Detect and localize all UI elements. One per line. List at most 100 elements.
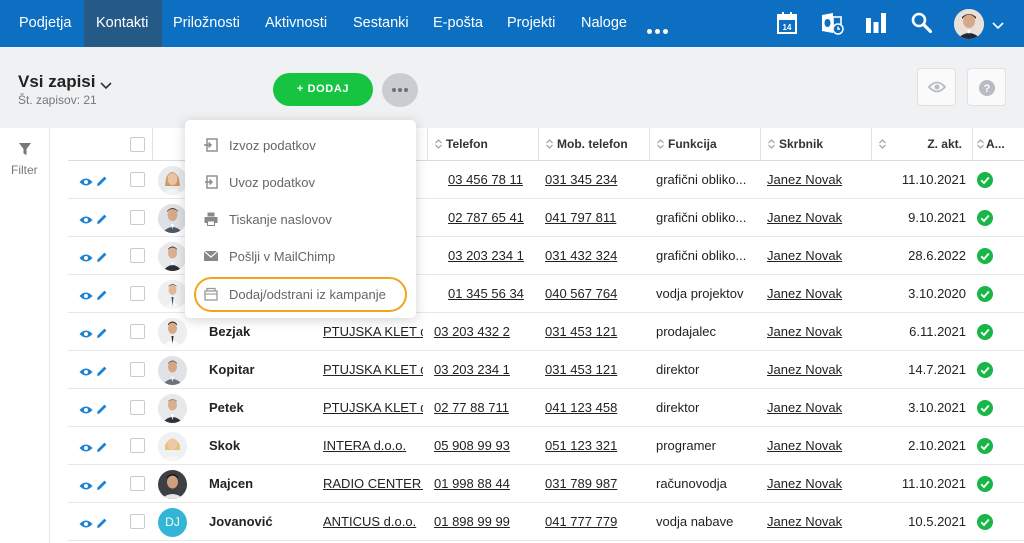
cell-company[interactable]: RADIO CENTER d.o.o. (323, 465, 423, 503)
cell-phone[interactable]: 05 908 99 93 (434, 427, 540, 465)
view-eye-icon[interactable] (79, 174, 93, 192)
cell-mobile[interactable]: 051 123 321 (545, 427, 645, 465)
row-checkbox[interactable] (130, 324, 145, 339)
cell-phone[interactable]: 01 898 99 99 (434, 503, 540, 541)
row-checkbox[interactable] (130, 172, 145, 187)
view-toggle-button[interactable] (917, 68, 956, 106)
cell-company[interactable]: PTUJSKA KLET d.d. (323, 351, 423, 389)
cell-mobile[interactable]: 031 432 324 (545, 237, 645, 275)
menu-item-export[interactable]: Izvoz podatkov (185, 127, 416, 164)
view-eye-icon[interactable] (79, 250, 93, 268)
cell-mobile[interactable]: 031 789 987 (545, 465, 645, 503)
cell-phone[interactable]: 01 345 56 34 (448, 275, 548, 313)
cell-mobile[interactable]: 031 453 121 (545, 313, 645, 351)
help-button[interactable]: ? (967, 68, 1006, 106)
view-eye-icon[interactable] (79, 440, 93, 458)
nav-item-sestanki[interactable]: Sestanki (353, 0, 409, 47)
reports-icon[interactable] (865, 12, 887, 39)
cell-owner[interactable]: Janez Novak (767, 313, 867, 351)
view-eye-icon[interactable] (79, 288, 93, 306)
edit-pencil-icon[interactable] (96, 402, 108, 420)
outlook-icon[interactable] (820, 11, 844, 40)
view-eye-icon[interactable] (79, 212, 93, 230)
cell-owner[interactable]: Janez Novak (767, 237, 867, 275)
row-checkbox[interactable] (130, 514, 145, 529)
cell-phone[interactable]: 03 203 234 1 (448, 237, 548, 275)
cell-owner[interactable]: Janez Novak (767, 465, 867, 503)
cell-surname[interactable]: Jovanović (209, 503, 319, 541)
table-row[interactable]: Kopitar PTUJSKA KLET d.d. 03 203 234 1 0… (68, 351, 1024, 389)
row-checkbox[interactable] (130, 400, 145, 415)
view-eye-icon[interactable] (79, 364, 93, 382)
cell-owner[interactable]: Janez Novak (767, 199, 867, 237)
cell-surname[interactable]: Skok (209, 427, 319, 465)
nav-item-priloznosti[interactable]: Priložnosti (173, 0, 240, 47)
cell-mobile[interactable]: 041 777 779 (545, 503, 645, 541)
nav-item-projekti[interactable]: Projekti (507, 0, 555, 47)
nav-item-naloge[interactable]: Naloge (581, 0, 627, 47)
view-eye-icon[interactable] (79, 516, 93, 534)
cell-company[interactable]: ANTICUS d.o.o. (323, 503, 423, 541)
cell-owner[interactable]: Janez Novak (767, 427, 867, 465)
row-checkbox[interactable] (130, 210, 145, 225)
cell-mobile[interactable]: 041 123 458 (545, 389, 645, 427)
menu-item-import[interactable]: Uvoz podatkov (185, 164, 416, 201)
nav-item-podjetja[interactable]: Podjetja (19, 0, 71, 47)
table-row[interactable]: Petek PTUJSKA KLET d.d. 02 77 88 711 041… (68, 389, 1024, 427)
cell-owner[interactable]: Janez Novak (767, 161, 867, 199)
cell-phone[interactable]: 02 77 88 711 (434, 389, 540, 427)
cell-owner[interactable]: Janez Novak (767, 351, 867, 389)
cell-surname[interactable]: Kopitar (209, 351, 319, 389)
cell-mobile[interactable]: 031 453 121 (545, 351, 645, 389)
menu-item-print-addresses[interactable]: Tiskanje naslovov (185, 201, 416, 238)
cell-surname[interactable]: Petek (209, 389, 319, 427)
cell-owner[interactable]: Janez Novak (767, 275, 867, 313)
column-header-active[interactable]: A... (972, 128, 1024, 161)
cell-owner[interactable]: Janez Novak (767, 389, 867, 427)
column-header-phone[interactable]: Telefon (427, 128, 538, 161)
nav-item-eposta[interactable]: E-pošta (433, 0, 483, 47)
calendar-icon[interactable]: 14 (777, 12, 797, 39)
cell-surname[interactable]: Majcen (209, 465, 319, 503)
view-eye-icon[interactable] (79, 478, 93, 496)
edit-pencil-icon[interactable] (96, 440, 108, 458)
filter-icon[interactable] (18, 142, 32, 161)
edit-pencil-icon[interactable] (96, 478, 108, 496)
edit-pencil-icon[interactable] (96, 288, 108, 306)
cell-mobile[interactable]: 040 567 764 (545, 275, 645, 313)
edit-pencil-icon[interactable] (96, 212, 108, 230)
nav-item-kontakti[interactable]: Kontakti (84, 0, 162, 47)
row-checkbox[interactable] (130, 438, 145, 453)
cell-company[interactable]: INTERA d.o.o. (323, 427, 423, 465)
row-checkbox[interactable] (130, 476, 145, 491)
edit-pencil-icon[interactable] (96, 326, 108, 344)
edit-pencil-icon[interactable] (96, 250, 108, 268)
cell-phone[interactable]: 03 456 78 11 (448, 161, 548, 199)
column-header-mobile[interactable]: Mob. telefon (538, 128, 649, 161)
cell-mobile[interactable]: 031 345 234 (545, 161, 645, 199)
table-row[interactable]: Majcen RADIO CENTER d.o.o. 01 998 88 44 … (68, 465, 1024, 503)
cell-phone[interactable]: 02 787 65 41 (448, 199, 548, 237)
filter-label[interactable]: Filter (11, 163, 38, 177)
select-all-checkbox[interactable] (130, 137, 145, 152)
table-row[interactable]: DJ Jovanović ANTICUS d.o.o. 01 898 99 99… (68, 503, 1024, 541)
filter-panel[interactable]: Filter (0, 128, 50, 543)
title-chevron-down-icon[interactable] (100, 77, 112, 95)
edit-pencil-icon[interactable] (96, 516, 108, 534)
cell-phone[interactable]: 01 998 88 44 (434, 465, 540, 503)
chevron-down-icon[interactable] (992, 17, 1004, 35)
cell-owner[interactable]: Janez Novak (767, 503, 867, 541)
add-button[interactable]: + DODAJ (273, 73, 373, 106)
menu-item-mailchimp[interactable]: Pošlji v MailChimp (185, 238, 416, 275)
search-icon[interactable] (911, 12, 933, 38)
column-header-role[interactable]: Funkcija (649, 128, 760, 161)
table-row[interactable]: Skok INTERA d.o.o. 05 908 99 93 051 123 … (68, 427, 1024, 465)
cell-surname[interactable]: Bezjak (209, 313, 319, 351)
edit-pencil-icon[interactable] (96, 364, 108, 382)
cell-mobile[interactable]: 041 797 811 (545, 199, 645, 237)
column-header-last-activity[interactable]: Z. akt. (871, 128, 972, 161)
more-actions-button[interactable] (382, 73, 418, 107)
nav-item-aktivnosti[interactable]: Aktivnosti (265, 0, 327, 47)
cell-phone[interactable]: 03 203 432 2 (434, 313, 540, 351)
table-row[interactable]: Bezjak PTUJSKA KLET d.d. 03 203 432 2 03… (68, 313, 1024, 351)
